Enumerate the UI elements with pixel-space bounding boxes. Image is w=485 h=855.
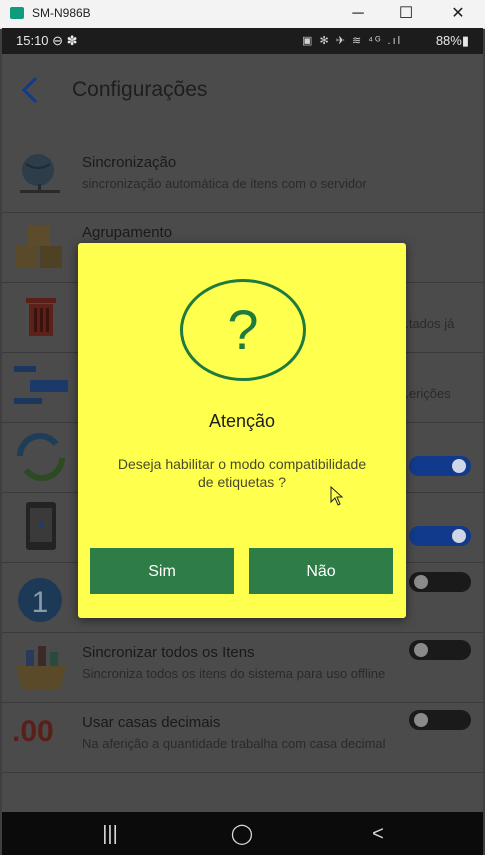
question-mark: ? xyxy=(227,298,259,361)
android-nav-bar: ||| ◯ < xyxy=(2,812,483,855)
number-one-icon: 1 xyxy=(18,578,62,622)
no-button[interactable]: Não xyxy=(249,548,393,594)
question-icon: ? xyxy=(180,279,306,381)
window-title: SM-N986B xyxy=(32,6,91,20)
basket-icon xyxy=(16,646,66,690)
app-window-icon xyxy=(10,7,24,19)
app-bar: Configurações xyxy=(2,54,483,134)
page-title: Configurações xyxy=(72,78,208,101)
decimal-icon: .00 xyxy=(12,710,70,764)
maximize-button[interactable]: ☐ xyxy=(386,2,426,26)
setting-subtitle: Sincroniza todos os itens do sistema par… xyxy=(82,666,386,681)
setting-title: Usar casas decimais xyxy=(82,714,221,731)
setting-row-decimals[interactable]: .00 Usar casas decimais Na aferição a qu… xyxy=(2,702,483,773)
setting-row-sync-all[interactable]: Sincronizar todos os Itens Sincroniza to… xyxy=(2,632,483,703)
setting-title: Agrupamento xyxy=(82,224,173,241)
status-bar: 15:10 ⊖ ✽ ▣ ✻ ✈ ≋ ⁴ᴳ .ıl 88%▮ xyxy=(2,28,483,54)
setting-subtitle: Na aferição a quantidade trabalha com ca… xyxy=(82,736,386,751)
setting-toggle[interactable] xyxy=(409,526,471,546)
globe-sync-icon xyxy=(20,154,60,193)
status-time: 15:10 ⊖ ✽ xyxy=(16,33,78,48)
setting-title: Sincronização xyxy=(82,154,177,171)
setting-toggle[interactable] xyxy=(409,456,471,476)
window-titlebar: SM-N986B ─ ☐ ✕ xyxy=(0,0,485,29)
close-button[interactable]: ✕ xyxy=(438,2,478,26)
chevron-left-icon[interactable] xyxy=(16,72,46,108)
recents-button[interactable]: ||| xyxy=(90,822,130,846)
minimize-button[interactable]: ─ xyxy=(338,2,378,26)
svg-text:1: 1 xyxy=(32,586,49,619)
tag-list-icon xyxy=(14,366,68,404)
setting-toggle[interactable] xyxy=(409,572,471,592)
boxes-icon xyxy=(16,226,62,268)
status-icons: ▣ ✻ ✈ ≋ ⁴ᴳ .ıl xyxy=(302,35,403,47)
decimal-icon-text: .00 xyxy=(12,715,54,748)
setting-subtitle: sincronização automática de itens com o … xyxy=(82,176,367,191)
setting-title: Sincronizar todos os Itens xyxy=(82,644,255,661)
setting-toggle[interactable] xyxy=(409,710,471,730)
refresh-icon xyxy=(17,433,65,481)
home-button[interactable]: ◯ xyxy=(222,822,262,846)
mouse-cursor-icon xyxy=(330,486,344,506)
trash-icon xyxy=(26,298,56,336)
setting-row-sync[interactable]: Sincronização sincronização automática d… xyxy=(2,142,483,213)
setting-toggle[interactable] xyxy=(409,640,471,660)
dialog-title: Atenção xyxy=(208,411,276,431)
battery-level: 88%▮ xyxy=(435,33,469,48)
phone-scan-icon xyxy=(26,502,56,550)
setting-subtitle: ...tados já xyxy=(398,316,455,331)
confirm-dialog: ? Atenção Deseja habilitar o modo compat… xyxy=(78,243,406,618)
yes-button[interactable]: Sim xyxy=(90,548,234,594)
nav-back-button[interactable]: < xyxy=(358,822,398,846)
